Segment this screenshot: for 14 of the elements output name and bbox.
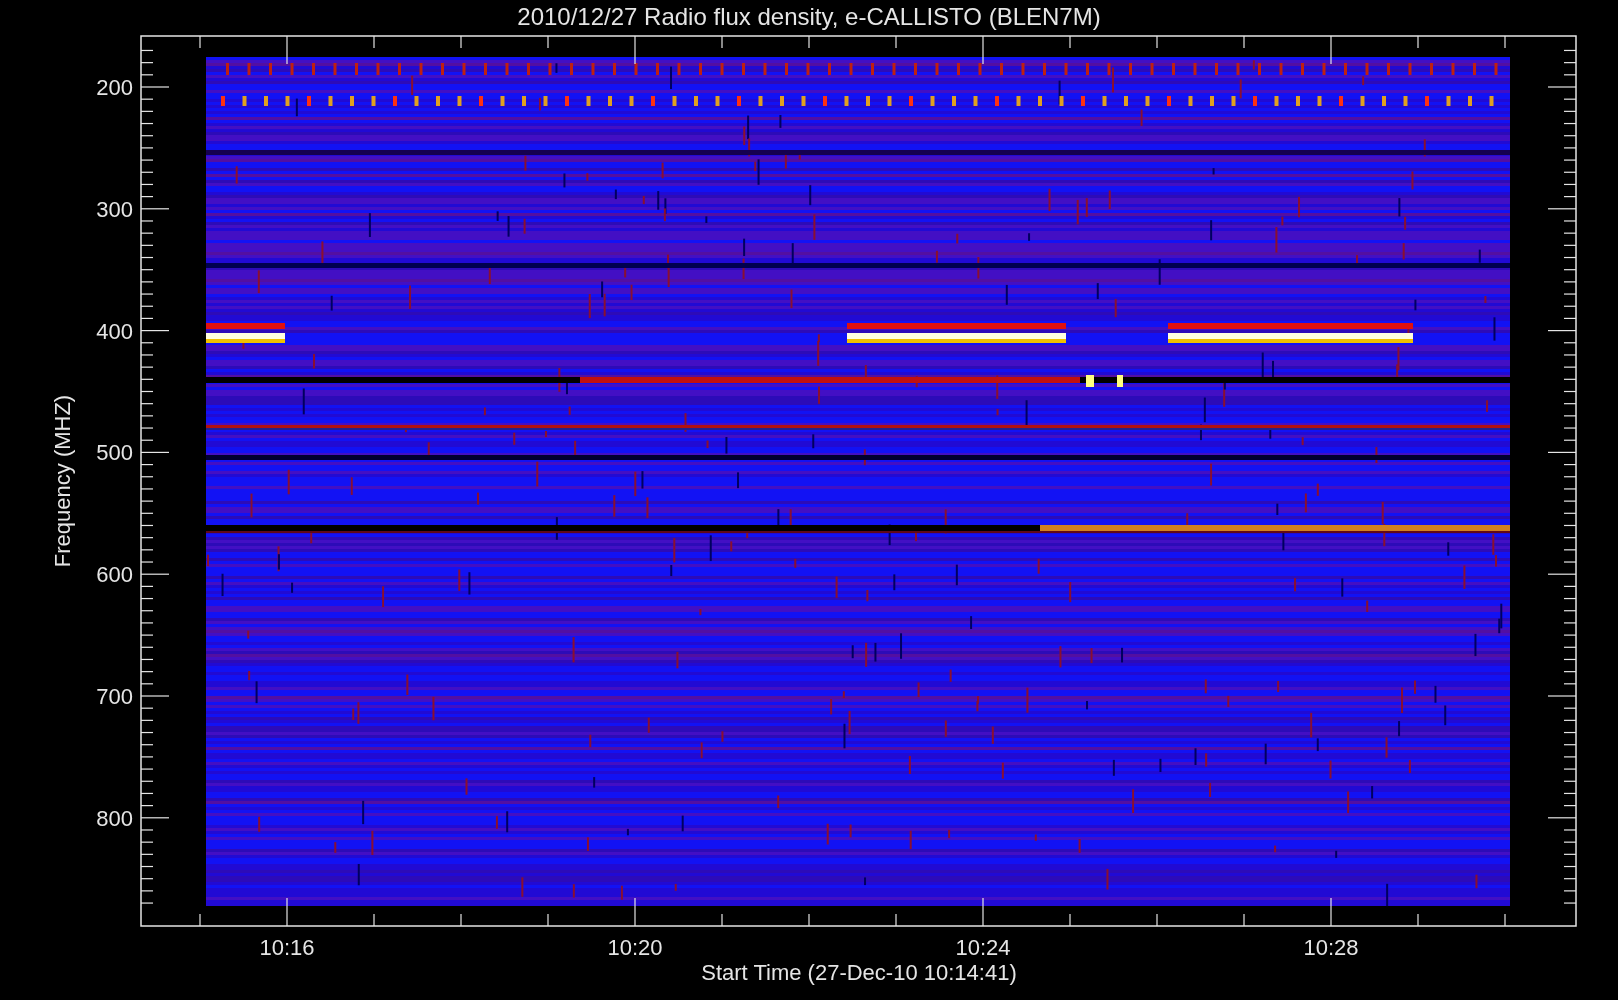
chart-title: 2010/12/27 Radio flux density, e-CALLISTO (BLEN7M) (517, 3, 1101, 30)
x-tick-label: 10:28 (1303, 935, 1359, 960)
x-axis-label: Start Time (27-Dec-10 10:14:41) (701, 960, 1017, 985)
y-tick-label: 800 (96, 805, 133, 831)
x-tick-label: 10:16 (259, 935, 315, 960)
y-tick-label: 700 (96, 684, 133, 709)
x-tick-label: 10:24 (955, 935, 1011, 960)
y-tick-label: 300 (96, 196, 133, 222)
y-tick-label: 500 (96, 440, 133, 466)
y-tick-label: 200 (96, 75, 133, 100)
y-tick-label: 600 (96, 562, 133, 588)
x-tick-label: 10:20 (607, 935, 663, 960)
y-tick-label: 400 (96, 318, 133, 344)
y-axis-label: Frequency (MHZ) (50, 394, 75, 568)
